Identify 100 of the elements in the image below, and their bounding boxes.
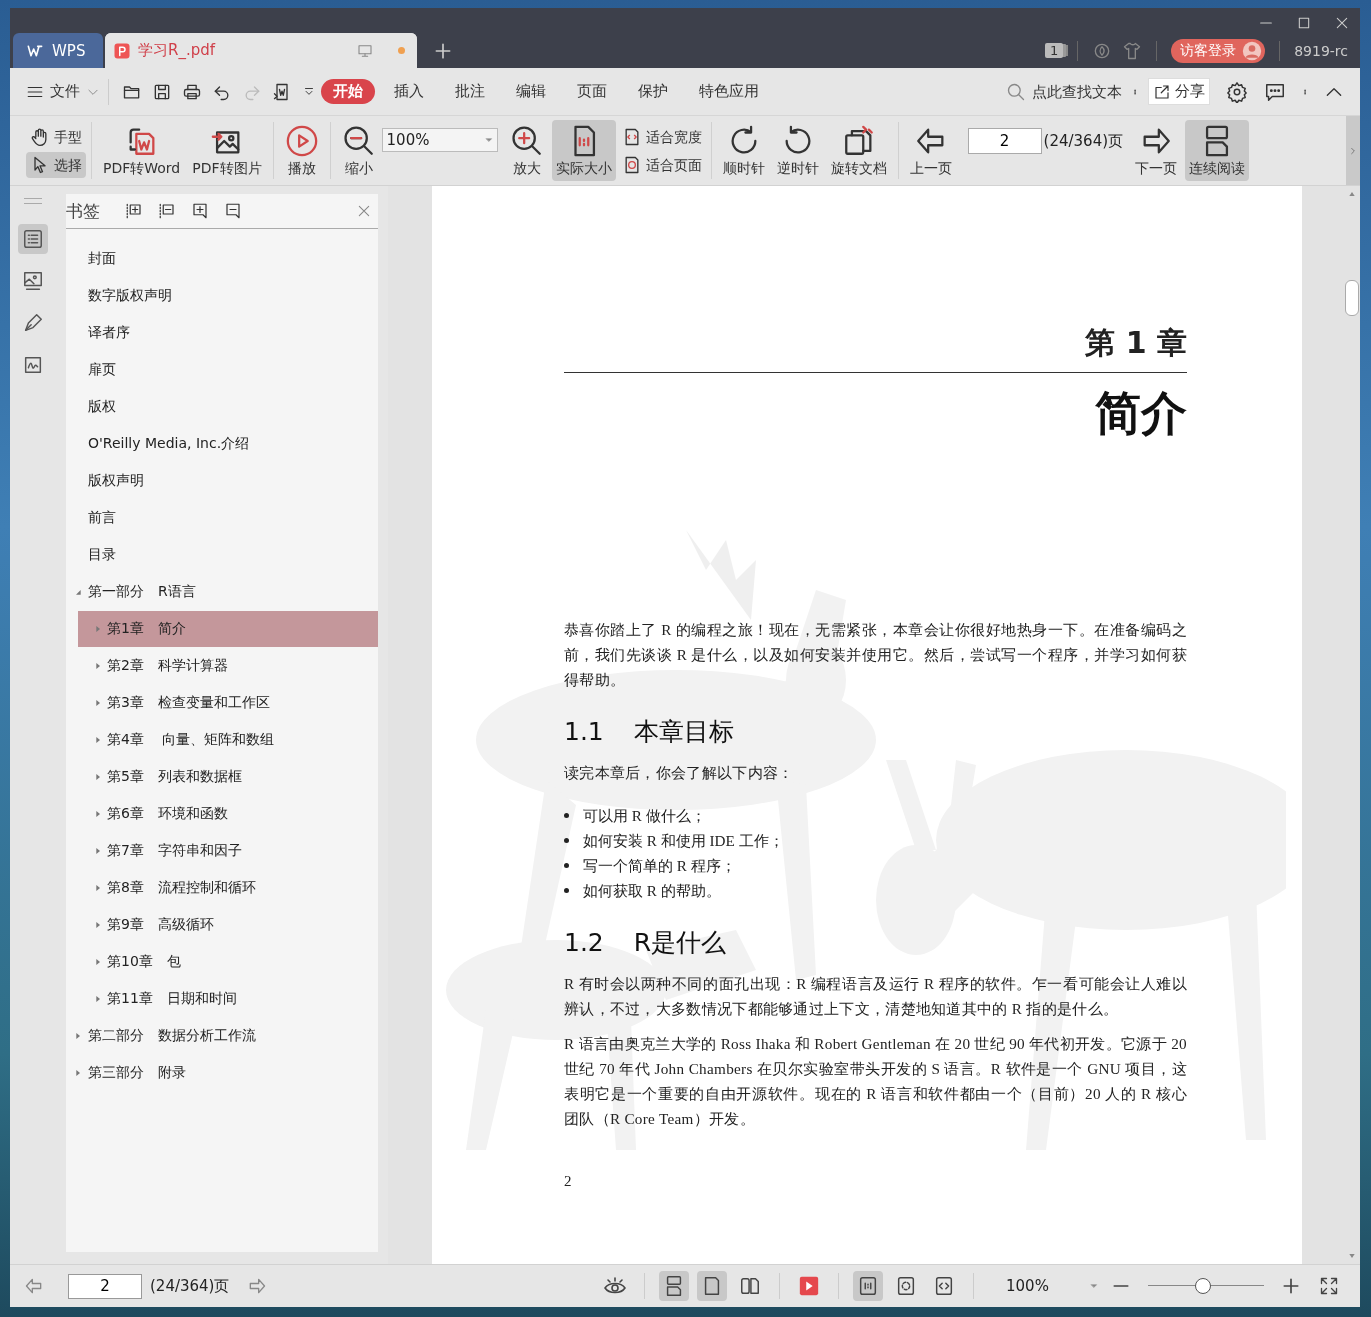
scrollbar-thumb[interactable] bbox=[1345, 280, 1359, 316]
share-button[interactable]: 分享 bbox=[1148, 78, 1210, 105]
caret-icon[interactable] bbox=[74, 588, 82, 596]
caret-icon[interactable] bbox=[94, 921, 102, 929]
ribbon-tab[interactable]: 开始 bbox=[321, 79, 375, 104]
bookmark-item[interactable]: 第二部分 数据分析工作流 bbox=[66, 1018, 378, 1054]
bookmark-item[interactable]: 数字版权声明 bbox=[66, 278, 378, 314]
caret-icon[interactable] bbox=[74, 1032, 82, 1040]
caret-icon[interactable] bbox=[94, 662, 102, 670]
expand-all-icon[interactable] bbox=[125, 202, 143, 220]
hand-icon bbox=[30, 126, 50, 147]
next-page-icon[interactable] bbox=[247, 1276, 268, 1296]
bookmark-item[interactable]: 第1章 简介 bbox=[78, 611, 378, 647]
bookmark-item[interactable]: 目录 bbox=[66, 537, 378, 573]
bookmark-item[interactable]: 第5章 列表和数据框 bbox=[78, 759, 378, 795]
toolbar-button[interactable]: PDF转Word bbox=[99, 120, 185, 181]
toolbar-button[interactable]: 播放 bbox=[280, 120, 323, 181]
settings-icon[interactable] bbox=[1226, 80, 1248, 103]
home-tab[interactable]: WPS bbox=[13, 33, 103, 68]
caret-icon[interactable] bbox=[94, 773, 102, 781]
caret-icon[interactable] bbox=[94, 884, 102, 892]
panel-grip[interactable] bbox=[24, 198, 42, 204]
bookmark-item[interactable]: 第11章 日期和时间 bbox=[78, 981, 378, 1017]
chapter-title: 简介 bbox=[1094, 385, 1187, 442]
bookmark-item[interactable]: 扉页 bbox=[66, 352, 378, 388]
share-icon bbox=[1153, 82, 1171, 101]
caret-icon bbox=[1090, 1282, 1098, 1290]
avatar-icon bbox=[1242, 40, 1263, 61]
close-icon[interactable] bbox=[356, 203, 372, 219]
panel-title: 书签 bbox=[66, 199, 100, 223]
toolbar-button[interactable]: 顺时针 bbox=[718, 120, 769, 181]
zoom-slider[interactable] bbox=[1148, 1276, 1264, 1296]
ribbon-tab[interactable]: 页面 bbox=[565, 79, 619, 104]
page-number-field[interactable]: 2 bbox=[68, 1273, 142, 1299]
bookmark-item[interactable]: 第9章 高级循环 bbox=[78, 907, 378, 943]
ribbon-tab[interactable]: 特色应用 bbox=[687, 79, 771, 104]
toolbar-button[interactable]: 适合宽度 bbox=[617, 123, 706, 150]
bookmark-item[interactable]: 第6章 环境和函数 bbox=[78, 796, 378, 832]
bookmark-item[interactable]: 译者序 bbox=[66, 315, 378, 351]
toolbar-button[interactable]: 上一页 bbox=[905, 120, 956, 181]
toolbar-button[interactable]: 缩小 bbox=[337, 120, 380, 181]
toolbar-button[interactable]: 旋转文档 bbox=[826, 120, 891, 181]
paragraph: R 语言由奥克兰大学的 Ross Ihaka 和 Robert Gentleman 在 20 世纪 90 年代初开发。它源于 20 世纪 70 年代 John Chambers 在贝尔实验室带头开发的 S 语言。R 软件是一个 GNU 项目，这表明它是一个重要的自由开源软件。现在的 R 语言和软件都由一个（目前）20 人的 R 核心团队（R Core Team）开发。 bbox=[564, 1034, 1187, 1129]
previous-page-icon[interactable] bbox=[24, 1276, 44, 1296]
monitor-icon[interactable] bbox=[357, 42, 373, 59]
caret-icon[interactable] bbox=[94, 736, 102, 744]
bookmark-item[interactable]: 第三部分 附录 bbox=[66, 1055, 378, 1091]
bookmark-item[interactable]: 第2章 科学计算器 bbox=[78, 648, 378, 684]
toolbar-button[interactable]: 手型 bbox=[26, 123, 86, 150]
bookmark-item[interactable]: 第一部分 R语言 bbox=[66, 574, 378, 610]
bookmark-list-icon[interactable] bbox=[18, 224, 48, 254]
bookmark-item[interactable]: 版权声明 bbox=[66, 463, 378, 499]
add-bookmark-icon[interactable] bbox=[191, 202, 209, 220]
zoom-in-icon bbox=[509, 124, 544, 158]
shirt-icon[interactable] bbox=[1122, 40, 1143, 61]
ribbon-tab[interactable]: 批注 bbox=[443, 79, 497, 104]
bookmark-item[interactable]: 第8章 流程控制和循环 bbox=[78, 870, 378, 906]
ribbon-tab[interactable]: 保护 bbox=[626, 79, 680, 104]
search-field[interactable]: 点此查找文本 bbox=[1006, 81, 1130, 102]
slider-thumb[interactable] bbox=[1194, 1278, 1211, 1294]
caret-icon[interactable] bbox=[94, 958, 102, 966]
single-page-icon[interactable] bbox=[697, 1271, 727, 1301]
toolbar-button[interactable]: 选择 bbox=[26, 151, 86, 178]
caret-icon[interactable] bbox=[94, 699, 102, 707]
toolbar-button[interactable]: 下一页 bbox=[1131, 120, 1182, 181]
file-menu-button[interactable]: 文件 bbox=[26, 82, 100, 101]
page-number-field[interactable]: 2 bbox=[967, 128, 1042, 154]
caret-icon[interactable] bbox=[74, 1069, 82, 1077]
paragraph: R 有时会以两种不同的面孔出现：R 编程语言及运行 R 程序的软件。乍一看可能会让人难以辨认，不过，大多数情况下都能够通过上下文，清楚地知道其中的 R 指的是什么。 bbox=[564, 974, 1187, 1019]
actual-size-icon[interactable] bbox=[853, 1271, 883, 1301]
caret-icon[interactable] bbox=[94, 810, 102, 818]
zoom-level-field[interactable]: 100% bbox=[988, 1277, 1098, 1295]
bookmark-item[interactable]: 封面 bbox=[66, 241, 378, 277]
toolbar-button[interactable]: 连续阅读 bbox=[1185, 120, 1250, 181]
bookmark-item[interactable]: 第7章 字符串和因子 bbox=[78, 833, 378, 869]
toolbar-button[interactable]: 实际大小 bbox=[551, 120, 616, 181]
zoom-field[interactable]: 100% bbox=[381, 128, 498, 152]
toolbar-button[interactable]: 放大 bbox=[505, 120, 548, 181]
bookmark-item[interactable]: 前言 bbox=[66, 500, 378, 536]
ribbon-tab[interactable]: 插入 bbox=[382, 79, 436, 104]
bookmark-item[interactable]: 第4章 向量、矩阵和数组 bbox=[78, 722, 378, 758]
caret-icon[interactable] bbox=[94, 995, 102, 1003]
collapse-all-icon[interactable] bbox=[158, 202, 176, 220]
document-tab[interactable]: 学习R_.pdf bbox=[105, 33, 417, 68]
scroll-down-icon[interactable] bbox=[1348, 1252, 1356, 1260]
toolbar-button[interactable]: 逆时针 bbox=[772, 120, 823, 181]
scroll-up-icon[interactable] bbox=[1348, 190, 1356, 198]
toolbar-button[interactable]: PDF转图片 bbox=[188, 120, 266, 181]
bookmark-item[interactable]: O'Reilly Media, Inc.介绍 bbox=[66, 426, 378, 462]
bookmark-item[interactable]: 版权 bbox=[66, 389, 378, 425]
new-tab-icon[interactable] bbox=[433, 41, 453, 61]
bookmark-item[interactable]: 第3章 检查变量和工作区 bbox=[78, 685, 378, 721]
bookmark-item[interactable]: 第10章 包 bbox=[78, 944, 378, 980]
remove-bookmark-icon[interactable] bbox=[224, 202, 242, 220]
continuous-page-icon[interactable] bbox=[659, 1271, 689, 1301]
ribbon-tab[interactable]: 编辑 bbox=[504, 79, 558, 104]
list-item: 如何安装 R 和使用 IDE 工作； bbox=[583, 831, 784, 851]
list-item: 可以用 R 做什么； bbox=[583, 806, 706, 826]
toolbar-button[interactable]: 适合页面 bbox=[617, 151, 706, 178]
caret-icon[interactable] bbox=[94, 847, 102, 855]
